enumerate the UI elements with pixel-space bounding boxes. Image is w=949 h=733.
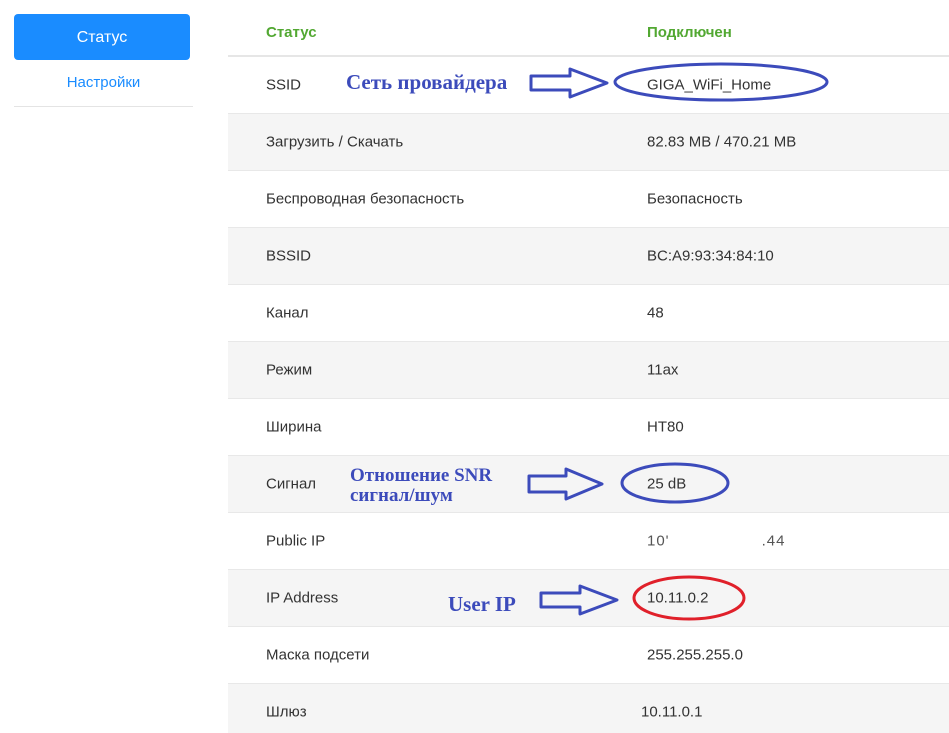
table-row-security: Беспроводная безопасность Безопасность — [228, 171, 949, 228]
connection-state: Подключен — [647, 24, 732, 41]
row-label: Public IP — [266, 532, 326, 550]
row-label: IP Address — [266, 589, 339, 607]
ip-fragment-end: .44 — [761, 532, 786, 550]
settings-link[interactable]: Настройки — [14, 60, 193, 107]
table-row-mode: Режим 11ax — [228, 342, 949, 399]
table-header: Статус Подключен — [228, 0, 949, 57]
table-row-signal: Сигнал 25 dB — [228, 456, 949, 513]
row-value: 11ax — [647, 361, 679, 379]
row-value: 48 — [647, 304, 664, 322]
header-label: Статус — [266, 24, 317, 41]
sidebar: Статус Настройки — [14, 14, 193, 107]
row-label: Шлюз — [266, 703, 307, 721]
row-value: 255.255.255.0 — [647, 646, 743, 664]
ip-fragment-start: 10' — [647, 532, 670, 550]
row-value: HT80 — [647, 418, 684, 436]
row-label: Маска подсети — [266, 646, 370, 664]
redaction — [669, 536, 762, 547]
table-row-bssid: BSSID BC:A9:93:34:84:10 — [228, 228, 949, 285]
table-row-channel: Канал 48 — [228, 285, 949, 342]
row-value: Безопасность — [647, 190, 743, 208]
user-ip-annotation-label: User IP — [448, 592, 516, 616]
row-value-masked: 10' .44 — [647, 533, 785, 550]
row-label: SSID — [266, 76, 302, 94]
row-value: 25 dB — [647, 475, 687, 493]
row-value: 10.11.0.1 — [641, 703, 703, 721]
ssid-annotation-label: Сеть провайдера — [346, 70, 508, 94]
status-table: Статус Подключен SSID GIGA_WiFi_Home Заг… — [228, 0, 949, 733]
snr-note-line2: сигнал/шум — [350, 485, 453, 506]
row-label: Беспроводная безопасность — [266, 190, 465, 208]
table-row-ip-address: IP Address 10.11.0.2 — [228, 570, 949, 627]
row-label: Сигнал — [266, 475, 317, 493]
snr-annotation-label: Отношение SNR сигнал/шум — [350, 466, 492, 506]
row-value: BC:A9:93:34:84:10 — [647, 247, 774, 265]
table-row-public-ip: Public IP 10' .44 — [228, 513, 949, 570]
snr-note-line1: Отношение SNR — [350, 465, 493, 486]
row-label: Режим — [266, 361, 313, 379]
status-button[interactable]: Статус — [14, 14, 190, 60]
table-row-traffic: Загрузить / Скачать 82.83 MB / 470.21 MB — [228, 114, 949, 171]
table-row-gateway: Шлюз 10.11.0.1 — [228, 684, 949, 733]
table-row-ssid: SSID GIGA_WiFi_Home — [228, 57, 949, 114]
row-value: 82.83 MB / 470.21 MB — [647, 133, 797, 151]
row-label: Ширина — [266, 418, 322, 436]
row-label: Загрузить / Скачать — [266, 133, 404, 151]
status-page: Статус Настройки Статус Подключен SSID G… — [0, 0, 949, 733]
row-label: Канал — [266, 304, 309, 322]
table-row-width: Ширина HT80 — [228, 399, 949, 456]
row-label: BSSID — [266, 247, 312, 265]
row-value: GIGA_WiFi_Home — [647, 76, 772, 94]
table-row-netmask: Маска подсети 255.255.255.0 — [228, 627, 949, 684]
row-value: 10.11.0.2 — [647, 589, 709, 607]
